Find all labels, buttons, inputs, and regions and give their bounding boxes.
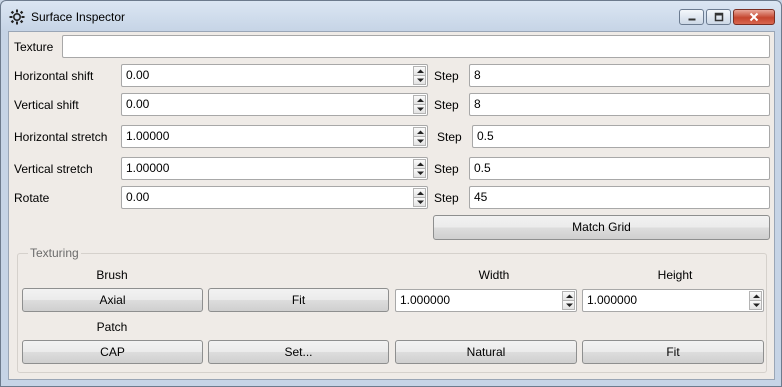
chevron-down-icon xyxy=(417,78,424,82)
rotate-label: Rotate xyxy=(14,191,50,205)
vertical-stretch-step-label: Step xyxy=(434,162,459,176)
spin-down-button[interactable] xyxy=(413,105,426,114)
horizontal-stretch-spinbox[interactable]: 1.00000 xyxy=(121,125,428,148)
brush-label: Brush xyxy=(96,268,128,282)
chevron-down-icon xyxy=(753,303,760,307)
rotate-value: 0.00 xyxy=(126,190,150,204)
spin-up-button[interactable] xyxy=(413,95,426,105)
spin-up-button[interactable] xyxy=(749,291,762,301)
texturing-group-title: Texturing xyxy=(28,246,81,260)
spin-down-button[interactable] xyxy=(413,198,426,207)
width-label: Width xyxy=(478,268,510,282)
horizontal-shift-step-input[interactable]: 8 xyxy=(469,64,770,87)
minimize-icon xyxy=(688,18,695,21)
spin-down-button[interactable] xyxy=(413,76,426,85)
chevron-up-icon xyxy=(753,294,760,298)
horizontal-shift-label: Horizontal shift xyxy=(14,69,94,83)
close-button[interactable] xyxy=(733,9,775,25)
cap-button[interactable]: CAP xyxy=(22,340,203,364)
title-bar[interactable]: Surface Inspector xyxy=(1,1,781,31)
vertical-stretch-value: 1.00000 xyxy=(126,161,170,175)
vertical-stretch-spinbox[interactable]: 1.00000 xyxy=(121,157,428,180)
horizontal-stretch-step-label: Step xyxy=(437,130,462,144)
spin-down-button[interactable] xyxy=(749,301,762,310)
rotate-spinbox[interactable]: 0.00 xyxy=(121,186,428,209)
rotate-step-label: Step xyxy=(434,191,459,205)
chevron-up-icon xyxy=(417,130,424,134)
width-value: 1.000000 xyxy=(400,293,451,307)
match-grid-button[interactable]: Match Grid xyxy=(433,215,770,240)
height-value: 1.000000 xyxy=(587,293,638,307)
chevron-down-icon xyxy=(417,200,424,204)
chevron-up-icon xyxy=(566,294,573,298)
window-controls xyxy=(679,9,775,25)
spin-up-button[interactable] xyxy=(413,159,426,169)
window-title: Surface Inspector xyxy=(31,10,126,24)
spin-down-button[interactable] xyxy=(413,169,426,178)
width-spinbox[interactable]: 1.000000 xyxy=(395,289,577,312)
spin-up-button[interactable] xyxy=(413,127,426,137)
vertical-shift-spinbox[interactable]: 0.00 xyxy=(121,93,428,116)
vertical-shift-step-input[interactable]: 8 xyxy=(469,93,770,116)
spin-up-button[interactable] xyxy=(413,188,426,198)
axial-button[interactable]: Axial xyxy=(22,288,203,312)
natural-button[interactable]: Natural xyxy=(395,340,577,364)
chevron-up-icon xyxy=(417,191,424,195)
inspector-panel: Texture Horizontal shift 0.00 Step 8 Ver… xyxy=(8,31,775,380)
texture-label: Texture xyxy=(14,40,54,54)
horizontal-shift-value: 0.00 xyxy=(126,68,150,82)
spin-down-button[interactable] xyxy=(562,301,575,310)
spin-up-button[interactable] xyxy=(413,66,426,76)
horizontal-stretch-value: 1.00000 xyxy=(126,129,170,143)
horizontal-stretch-step-input[interactable]: 0.5 xyxy=(472,125,770,148)
chevron-up-icon xyxy=(417,69,424,73)
chevron-up-icon xyxy=(417,98,424,102)
vertical-shift-step-label: Step xyxy=(434,98,459,112)
spin-down-button[interactable] xyxy=(413,137,426,146)
horizontal-stretch-label: Horizontal stretch xyxy=(14,130,108,144)
height-label: Height xyxy=(657,268,693,282)
chevron-down-icon xyxy=(417,107,424,111)
horizontal-shift-spinbox[interactable]: 0.00 xyxy=(121,64,428,87)
surface-inspector-window: Surface Inspector Texture Horizontal shi… xyxy=(0,0,782,387)
chevron-down-icon xyxy=(417,139,424,143)
vertical-stretch-step-input[interactable]: 0.5 xyxy=(469,157,770,180)
spin-up-button[interactable] xyxy=(562,291,575,301)
texture-input[interactable] xyxy=(62,35,770,58)
chevron-up-icon xyxy=(417,162,424,166)
gear-icon xyxy=(9,9,25,25)
rotate-step-input[interactable]: 45 xyxy=(469,186,770,209)
maximize-button[interactable] xyxy=(706,9,731,25)
brush-fit-button[interactable]: Fit xyxy=(208,288,389,312)
chevron-down-icon xyxy=(566,303,573,307)
chevron-down-icon xyxy=(417,171,424,175)
vertical-shift-label: Vertical shift xyxy=(14,98,79,112)
patch-fit-button[interactable]: Fit xyxy=(582,340,764,364)
minimize-button[interactable] xyxy=(679,9,704,25)
height-spinbox[interactable]: 1.000000 xyxy=(582,289,764,312)
maximize-icon xyxy=(714,12,723,22)
vertical-stretch-label: Vertical stretch xyxy=(14,162,93,176)
texturing-group: Texturing Brush Width Height Axial Fit 1… xyxy=(17,246,767,373)
close-icon xyxy=(749,12,759,22)
set-button[interactable]: Set... xyxy=(208,340,389,364)
horizontal-shift-step-label: Step xyxy=(434,69,459,83)
vertical-shift-value: 0.00 xyxy=(126,97,150,111)
patch-label: Patch xyxy=(96,320,128,334)
